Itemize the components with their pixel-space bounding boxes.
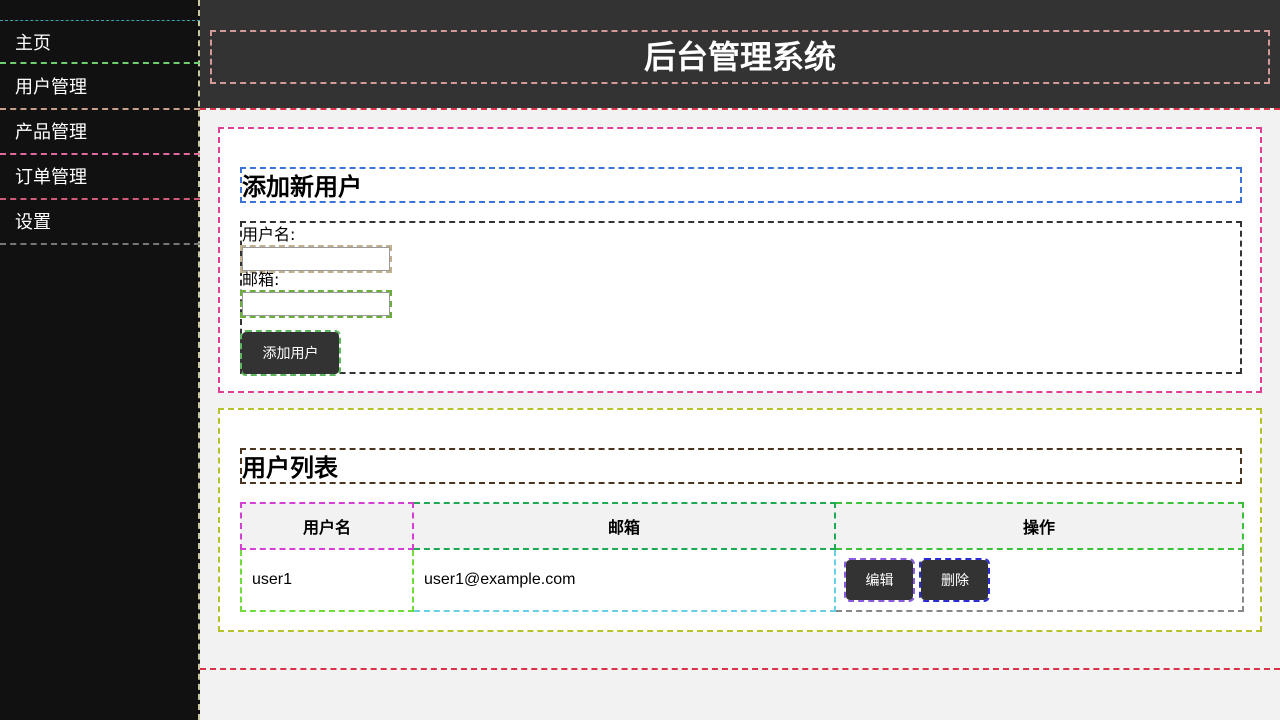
email-input[interactable] [240, 290, 392, 318]
sidebar-item-home[interactable]: 主页 [0, 20, 200, 64]
email-label: 邮箱: [242, 270, 280, 289]
cell-email: user1@example.com [412, 548, 836, 612]
sidebar: 主页 用户管理 产品管理 订单管理 设置 [0, 0, 200, 720]
sidebar-item-order-management[interactable]: 订单管理 [0, 155, 200, 200]
header: 后台管理系统 [200, 0, 1280, 108]
sidebar-item-product-management[interactable]: 产品管理 [0, 110, 200, 155]
edit-button[interactable]: 编辑 [844, 558, 915, 602]
add-user-button[interactable]: 添加用户 [240, 330, 341, 376]
username-input[interactable] [240, 245, 392, 273]
page-title: 后台管理系统 [210, 30, 1270, 84]
delete-button[interactable]: 删除 [919, 558, 991, 602]
sidebar-item-settings[interactable]: 设置 [0, 200, 200, 245]
table-row: user1 user1@example.com 编辑 删除 [240, 548, 1244, 612]
username-label: 用户名: [242, 225, 296, 244]
user-table: 用户名 邮箱 操作 user1 user1@example.com 编辑 删除 [240, 502, 1244, 612]
add-user-title: 添加新用户 [240, 167, 1242, 203]
add-user-card: 添加新用户 用户名: 邮箱: 添加用户 [218, 127, 1262, 393]
column-header-username: 用户名 [240, 502, 414, 550]
user-list-title: 用户列表 [240, 448, 1242, 484]
sidebar-item-user-management[interactable]: 用户管理 [0, 65, 200, 110]
cell-username: user1 [240, 548, 414, 612]
add-user-form: 用户名: 邮箱: 添加用户 [240, 221, 1242, 376]
column-header-email: 邮箱 [412, 502, 836, 550]
user-list-card: 用户列表 用户名 邮箱 操作 user1 user1@example.com 编… [218, 408, 1262, 632]
table-header-row: 用户名 邮箱 操作 [240, 502, 1244, 550]
column-header-actions: 操作 [834, 502, 1244, 550]
cell-actions: 编辑 删除 [834, 548, 1244, 612]
main-content: 添加新用户 用户名: 邮箱: 添加用户 用户列表 用户名 邮箱 操作 user1… [200, 108, 1280, 670]
